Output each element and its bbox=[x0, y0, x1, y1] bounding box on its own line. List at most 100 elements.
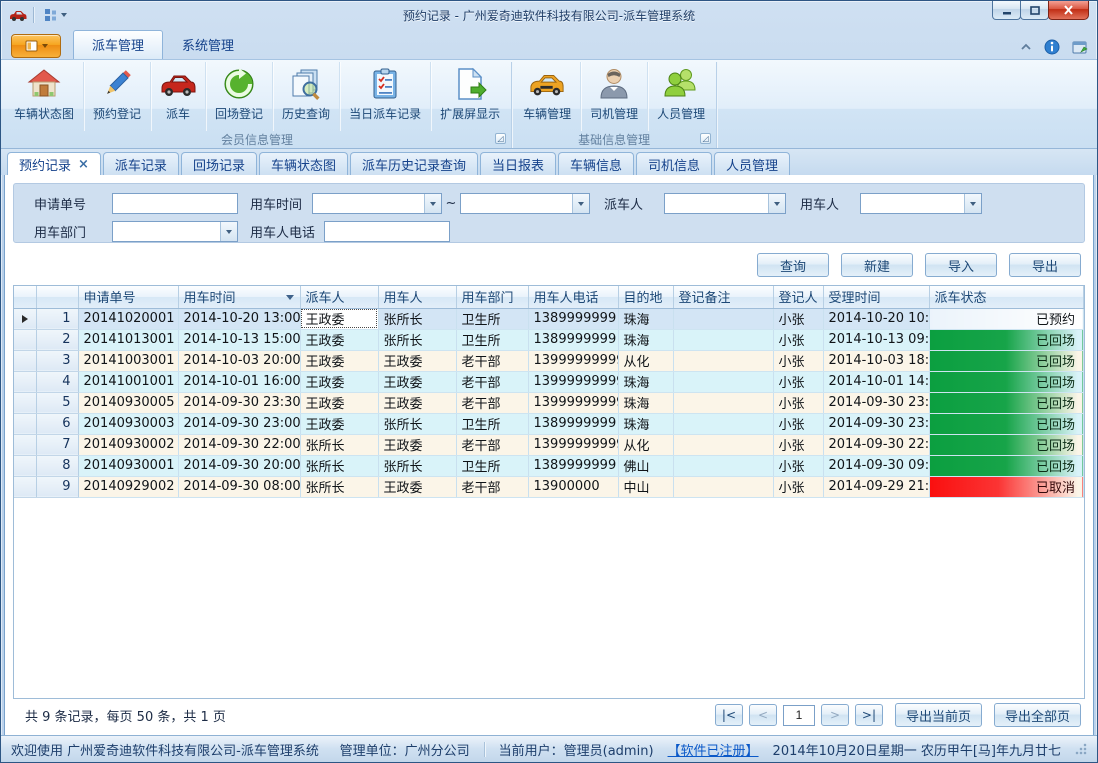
collapse-ribbon-chevron-icon[interactable] bbox=[1020, 43, 1032, 51]
doc-tab-2[interactable]: 回场记录 bbox=[181, 152, 257, 175]
cell-order_no[interactable]: 20140930003 bbox=[78, 413, 178, 434]
cell-destination[interactable]: 佛山 bbox=[618, 455, 673, 476]
license-registered-link[interactable]: 【软件已注册】 bbox=[668, 740, 759, 759]
cell-status[interactable]: 已回场 bbox=[929, 371, 1084, 392]
ribbon-button-extend-screen[interactable]: 扩展屏显示 bbox=[431, 62, 509, 131]
cell-destination[interactable]: 珠海 bbox=[618, 329, 673, 350]
cell-destination[interactable]: 从化 bbox=[618, 350, 673, 371]
cell-order_no[interactable]: 20141013001 bbox=[78, 329, 178, 350]
cell-phone[interactable]: 13999999999 bbox=[528, 392, 618, 413]
doc-tab-8[interactable]: 人员管理 bbox=[714, 152, 790, 175]
about-window-icon[interactable] bbox=[1072, 40, 1089, 55]
export-all-pages-button[interactable]: 导出全部页 bbox=[994, 703, 1081, 727]
sort-filter-arrow-icon[interactable] bbox=[286, 295, 294, 300]
cell-use_time[interactable]: 2014-09-30 23:00 bbox=[178, 413, 300, 434]
cell-registrar[interactable]: 小张 bbox=[773, 476, 823, 497]
cell-status[interactable]: 已回场 bbox=[929, 392, 1084, 413]
cell-dept[interactable]: 老干部 bbox=[456, 392, 528, 413]
cell-registrar[interactable]: 小张 bbox=[773, 434, 823, 455]
cell-accept_time[interactable]: 2014-10-01 14:19 bbox=[823, 371, 929, 392]
ribbon-button-history-search[interactable]: 历史查询 bbox=[273, 62, 340, 131]
last-page-button[interactable]: >| bbox=[855, 704, 883, 726]
cell-remark[interactable] bbox=[673, 434, 773, 455]
doc-tab-4[interactable]: 派车历史记录查询 bbox=[350, 152, 478, 175]
column-header-dept[interactable]: 用车部门 bbox=[456, 286, 528, 308]
cell-user[interactable]: 王政委 bbox=[378, 371, 456, 392]
dialog-launcher-icon[interactable]: ◿ bbox=[495, 133, 506, 144]
cell-registrar[interactable]: 小张 bbox=[773, 308, 823, 329]
cell-status[interactable]: 已回场 bbox=[929, 434, 1084, 455]
cell-accept_time[interactable]: 2014-09-30 22:59 bbox=[823, 434, 929, 455]
cell-order_no[interactable]: 20141001001 bbox=[78, 371, 178, 392]
create-button[interactable]: 新建 bbox=[841, 253, 913, 277]
prev-page-button[interactable]: < bbox=[749, 704, 777, 726]
query-button[interactable]: 查询 bbox=[757, 253, 829, 277]
column-header-remark[interactable]: 登记备注 bbox=[673, 286, 773, 308]
doc-tab-5[interactable]: 当日报表 bbox=[480, 152, 556, 175]
cell-user[interactable]: 张所长 bbox=[378, 308, 456, 329]
cell-use_time[interactable]: 2014-10-01 16:00 bbox=[178, 371, 300, 392]
cell-accept_time[interactable]: 2014-10-20 10:24 bbox=[823, 308, 929, 329]
phone-input[interactable] bbox=[324, 221, 450, 242]
cell-use_time[interactable]: 2014-09-30 08:00 bbox=[178, 476, 300, 497]
table-row[interactable]: 9201409290022014-09-30 08:00张所长王政委老干部139… bbox=[14, 476, 1084, 497]
dispatcher-combo[interactable] bbox=[664, 193, 786, 214]
cell-dispatcher[interactable]: 张所长 bbox=[300, 434, 378, 455]
column-header-user[interactable]: 用车人 bbox=[378, 286, 456, 308]
cell-remark[interactable] bbox=[673, 350, 773, 371]
cell-dispatcher[interactable]: 王政委 bbox=[300, 413, 378, 434]
cell-user[interactable]: 张所长 bbox=[378, 455, 456, 476]
cell-status[interactable]: 已回场 bbox=[929, 455, 1084, 476]
cell-destination[interactable]: 中山 bbox=[618, 476, 673, 497]
cell-remark[interactable] bbox=[673, 392, 773, 413]
cell-order_no[interactable]: 20141020001 bbox=[78, 308, 178, 329]
cell-accept_time[interactable]: 2014-10-13 09:34 bbox=[823, 329, 929, 350]
tab-close-icon[interactable]: × bbox=[78, 158, 89, 171]
cell-remark[interactable] bbox=[673, 455, 773, 476]
dropdown-arrow-button[interactable] bbox=[424, 194, 441, 213]
dropdown-arrow-button[interactable] bbox=[768, 194, 785, 213]
cell-use_time[interactable]: 2014-10-03 20:00 bbox=[178, 350, 300, 371]
cell-user[interactable]: 王政委 bbox=[378, 350, 456, 371]
cell-status[interactable]: 已预约 bbox=[929, 308, 1084, 329]
table-row[interactable]: 7201409300022014-09-30 22:00张所长王政委老干部139… bbox=[14, 434, 1084, 455]
next-page-button[interactable]: > bbox=[821, 704, 849, 726]
column-header-destination[interactable]: 目的地 bbox=[618, 286, 673, 308]
cell-registrar[interactable]: 小张 bbox=[773, 392, 823, 413]
import-button[interactable]: 导入 bbox=[925, 253, 997, 277]
cell-use_time[interactable]: 2014-09-30 22:00 bbox=[178, 434, 300, 455]
column-header-use_time[interactable]: 用车时间 bbox=[178, 286, 300, 308]
cell-dept[interactable]: 老干部 bbox=[456, 371, 528, 392]
ribbon-button-red-car[interactable]: 派车 bbox=[151, 62, 206, 131]
cell-phone[interactable]: 13900000 bbox=[528, 476, 618, 497]
doc-tab-6[interactable]: 车辆信息 bbox=[558, 152, 634, 175]
cell-accept_time[interactable]: 2014-10-03 18:11 bbox=[823, 350, 929, 371]
cell-dept[interactable]: 卫生所 bbox=[456, 413, 528, 434]
cell-dispatcher[interactable]: 王政委 bbox=[300, 308, 378, 329]
ribbon-tab-dispatch[interactable]: 派车管理 bbox=[73, 30, 163, 59]
application-menu-button[interactable] bbox=[11, 34, 61, 58]
resize-grip[interactable] bbox=[1075, 743, 1087, 755]
cell-order_no[interactable]: 20140930002 bbox=[78, 434, 178, 455]
column-header-accept_time[interactable]: 受理时间 bbox=[823, 286, 929, 308]
cell-dispatcher[interactable]: 王政委 bbox=[300, 329, 378, 350]
cell-user[interactable]: 王政委 bbox=[378, 434, 456, 455]
cell-remark[interactable] bbox=[673, 329, 773, 350]
cell-order_no[interactable]: 20140929002 bbox=[78, 476, 178, 497]
cell-accept_time[interactable]: 2014-09-30 23:14 bbox=[823, 392, 929, 413]
cell-dept[interactable]: 卫生所 bbox=[456, 308, 528, 329]
cell-destination[interactable]: 珠海 bbox=[618, 308, 673, 329]
cell-status[interactable]: 已回场 bbox=[929, 329, 1084, 350]
use-time-to-combo[interactable] bbox=[460, 193, 590, 214]
cell-destination[interactable]: 从化 bbox=[618, 434, 673, 455]
doc-tab-3[interactable]: 车辆状态图 bbox=[259, 152, 348, 175]
ribbon-button-people[interactable]: 人员管理 bbox=[648, 62, 714, 131]
ribbon-button-orange-car[interactable]: 车辆管理 bbox=[514, 62, 581, 131]
cell-remark[interactable] bbox=[673, 371, 773, 392]
cell-user[interactable]: 张所长 bbox=[378, 413, 456, 434]
cell-dispatcher[interactable]: 王政委 bbox=[300, 392, 378, 413]
cell-dept[interactable]: 老干部 bbox=[456, 350, 528, 371]
column-header-registrar[interactable]: 登记人 bbox=[773, 286, 823, 308]
cell-remark[interactable] bbox=[673, 413, 773, 434]
doc-tab-0[interactable]: 预约记录× bbox=[7, 152, 101, 175]
